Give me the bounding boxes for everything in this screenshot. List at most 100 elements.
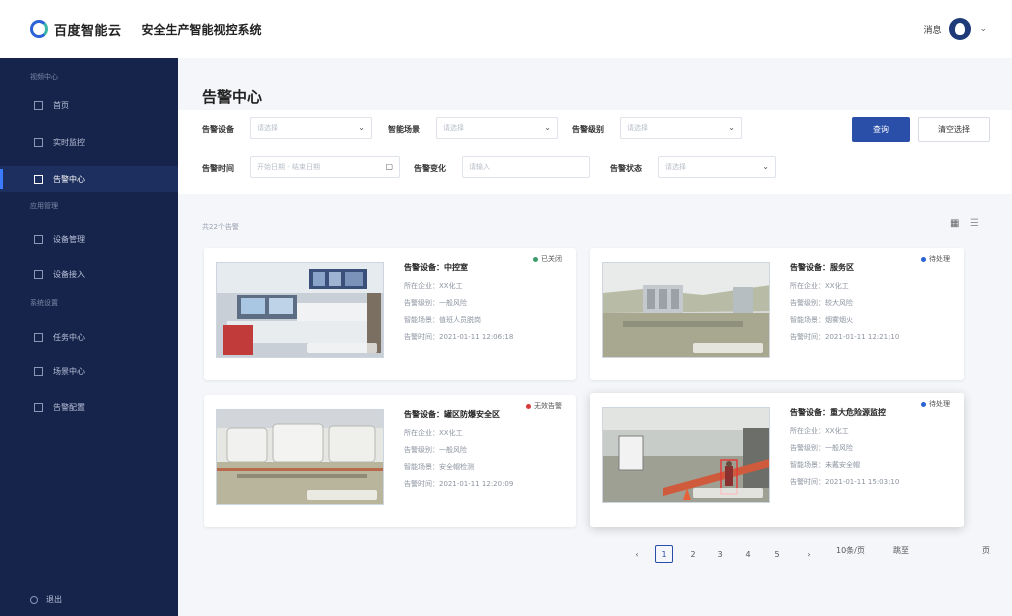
sidebar-item-home[interactable]: 首页 xyxy=(0,92,178,118)
time-range-picker[interactable]: 开始日期 - 结束日期 ▢ xyxy=(250,156,400,178)
alarm-scene: 智能场景：安全帽检测 xyxy=(404,463,474,471)
alarm-company: 所在企业：XX化工 xyxy=(404,282,463,290)
sidebar-item-device-access[interactable]: 设备接入 xyxy=(0,261,178,287)
alarm-card[interactable]: 待处理 告警设备：重大危险源监控 所在企业：XX化工 告警级别：一般风险 智能场… xyxy=(590,393,964,527)
prev-page-button[interactable]: ‹ xyxy=(628,545,646,563)
sidebar-item-alarm-center[interactable]: 告警中心 xyxy=(0,166,178,192)
alarm-device: 告警设备：罐区防爆安全区 xyxy=(404,410,500,419)
config-icon xyxy=(34,402,43,412)
alarm-level: 告警级别：较大风险 xyxy=(790,299,853,307)
page-1-button[interactable]: 1 xyxy=(655,545,673,563)
status-badge: 待处理 xyxy=(921,399,950,409)
scene-icon xyxy=(34,366,43,376)
alarm-card[interactable]: 已关闭 告警设备：中控室 所在企业：XX化工 告警级别：一般风险 智能场景：值班… xyxy=(204,248,576,380)
sidebar-item-live-monitor[interactable]: 实时监控 xyxy=(0,129,178,155)
alarm-time: 告警时间：2021-01-11 12:06:18 xyxy=(404,333,514,341)
sidebar-item-task-center[interactable]: 任务中心 xyxy=(0,324,178,350)
device-select[interactable]: 请选择 ⌄ xyxy=(250,117,372,139)
level-select-placeholder: 请选择 xyxy=(627,124,648,132)
status-dot-icon xyxy=(533,256,538,262)
camera-snapshot[interactable] xyxy=(602,262,770,358)
task-icon xyxy=(34,332,43,342)
calendar-icon: ▢ xyxy=(385,162,393,171)
list-view-icon[interactable]: ☰ xyxy=(970,218,982,230)
message-link[interactable]: 消息 xyxy=(923,23,941,36)
status-dot-icon xyxy=(526,403,531,409)
sidebar-item-label: 场景中心 xyxy=(53,366,85,376)
sidebar-item-label: 设备接入 xyxy=(53,269,85,279)
alarm-card[interactable]: 无效告警 告警设备：罐区防爆安全区 所在企业：XX化工 告警级别：一般风险 智能… xyxy=(204,395,576,527)
sidebar: 视频中心 首页 实时监控 告警中心 应用管理 设备管理 设备接入 系统设置 任务… xyxy=(0,58,178,616)
reset-button[interactable]: 清空选择 xyxy=(918,117,990,142)
user-avatar-icon[interactable] xyxy=(949,18,972,40)
device-icon xyxy=(34,234,43,244)
device-select-placeholder: 请选择 xyxy=(257,124,278,132)
status-badge: 无效告警 xyxy=(526,401,562,411)
page-2-button[interactable]: 2 xyxy=(684,545,702,563)
chevron-down-icon: ⌄ xyxy=(358,123,365,132)
status-select[interactable]: 请选择 ⌄ xyxy=(658,156,776,178)
alarm-time: 告警时间：2021-01-11 15:03:10 xyxy=(790,478,900,486)
alarm-device: 告警设备：中控室 xyxy=(404,263,468,272)
chevron-down-icon[interactable]: ⌄ xyxy=(979,24,987,34)
device-filter-label: 告警设备 xyxy=(202,125,234,134)
scene-select-placeholder: 请选择 xyxy=(443,124,464,132)
logout-label: 退出 xyxy=(46,595,62,604)
alarm-device: 告警设备：重大危险源监控 xyxy=(790,408,886,417)
camera-snapshot[interactable] xyxy=(216,409,384,505)
top-header: 百度智能云 安全生产智能视控系统 消息 ⌄ xyxy=(0,0,1012,58)
page-title: 告警中心 xyxy=(202,88,263,106)
chevron-down-icon: ⌄ xyxy=(762,162,769,171)
status-text: 无效告警 xyxy=(534,402,562,410)
power-icon xyxy=(30,595,38,604)
result-count: 共22个告警 xyxy=(202,223,239,231)
status-badge: 待处理 xyxy=(921,254,950,264)
page-5-button[interactable]: 5 xyxy=(768,545,786,563)
alarm-time: 告警时间：2021-01-11 12:21:10 xyxy=(790,333,900,341)
sidebar-item-alarm-config[interactable]: 告警配置 xyxy=(0,394,178,420)
sidebar-item-label: 告警中心 xyxy=(53,174,85,184)
sidebar-item-device-management[interactable]: 设备管理 xyxy=(0,226,178,252)
alarm-scene: 智能场景：烟雾烟火 xyxy=(790,316,853,324)
level-select[interactable]: 请选择 ⌄ xyxy=(620,117,742,139)
alarm-company: 所在企业：XX化工 xyxy=(790,427,849,435)
camera-snapshot[interactable] xyxy=(602,407,770,503)
scene-select[interactable]: 请选择 ⌄ xyxy=(436,117,558,139)
scene-filter-label: 智能场景 xyxy=(388,125,420,134)
status-select-placeholder: 请选择 xyxy=(665,163,686,171)
jump-page-input[interactable] xyxy=(915,542,965,564)
logout-button[interactable]: 退出 xyxy=(30,594,62,605)
time-range-placeholder: 开始日期 - 结束日期 xyxy=(257,163,320,171)
status-text: 待处理 xyxy=(929,255,950,263)
sidebar-item-label: 任务中心 xyxy=(53,332,85,342)
jump-label: 跳至 xyxy=(893,546,909,555)
alarm-company: 所在企业：XX化工 xyxy=(404,429,463,437)
alarm-scene: 智能场景：未戴安全帽 xyxy=(790,461,860,469)
change-input[interactable]: 请输入 xyxy=(462,156,590,178)
access-icon xyxy=(34,269,43,279)
status-dot-icon xyxy=(921,256,926,262)
status-filter-label: 告警状态 xyxy=(610,164,642,173)
sidebar-section-label: 系统设置 xyxy=(30,299,58,307)
header-user-area: 消息 ⌄ xyxy=(923,18,987,40)
status-text: 已关闭 xyxy=(541,255,562,263)
chevron-down-icon: ⌄ xyxy=(544,123,551,132)
alarm-time: 告警时间：2021-01-11 12:20:09 xyxy=(404,480,514,488)
next-page-button[interactable]: › xyxy=(800,545,818,563)
search-button[interactable]: 查询 xyxy=(852,117,910,142)
brand-name: 百度智能云 xyxy=(54,23,122,39)
status-text: 待处理 xyxy=(929,400,950,408)
snapshot-timestamp-tag xyxy=(307,343,377,353)
page-4-button[interactable]: 4 xyxy=(739,545,757,563)
sidebar-item-label: 实时监控 xyxy=(53,137,85,147)
page-3-button[interactable]: 3 xyxy=(711,545,729,563)
snapshot-timestamp-tag xyxy=(693,343,763,353)
alarm-card[interactable]: 待处理 告警设备：服务区 所在企业：XX化工 告警级别：较大风险 智能场景：烟雾… xyxy=(590,248,964,380)
monitor-icon xyxy=(34,137,43,147)
sidebar-item-scene-center[interactable]: 场景中心 xyxy=(0,358,178,384)
page-size-select[interactable]: 10条/页 xyxy=(836,545,865,556)
grid-view-icon[interactable]: ▦ xyxy=(950,218,962,230)
alarm-company: 所在企业：XX化工 xyxy=(790,282,849,290)
camera-snapshot[interactable] xyxy=(216,262,384,358)
alarm-scene: 智能场景：值班人员脱岗 xyxy=(404,316,481,324)
